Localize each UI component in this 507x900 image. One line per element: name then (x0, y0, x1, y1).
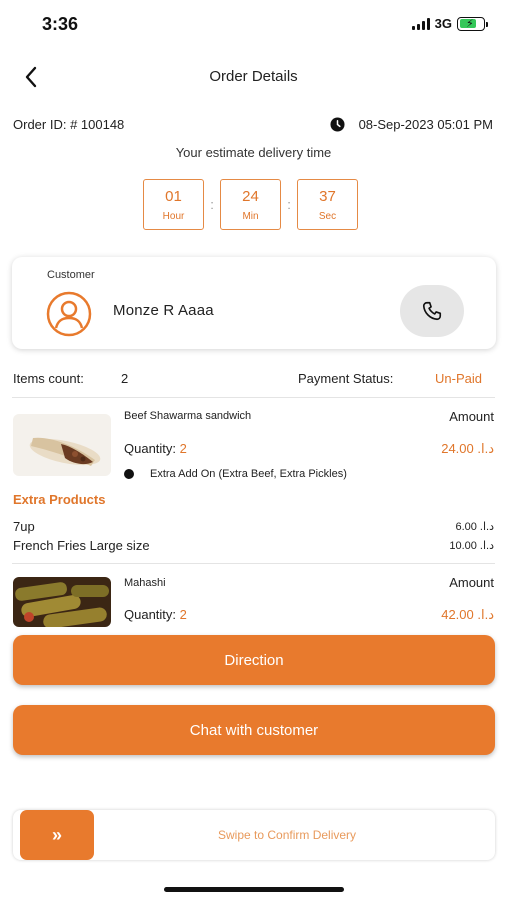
product-quantity: Quantity: 2 (124, 607, 187, 622)
timer-hours: 01 Hour (143, 179, 204, 230)
battery-icon: ⚡ (457, 16, 488, 31)
divider (12, 563, 495, 564)
status-indicators: 3G ⚡ (411, 16, 488, 31)
timer-minutes-unit: Min (242, 210, 259, 222)
direction-button[interactable]: Direction (13, 635, 495, 685)
extra-product-price: 10.00 .د.ا (449, 540, 494, 552)
extra-product-price: 6.00 .د.ا (455, 521, 494, 533)
product-addon: Extra Add On (Extra Beef, Extra Pickles) (124, 468, 347, 480)
user-avatar-icon (46, 291, 92, 337)
timer-hours-value: 01 (165, 187, 182, 205)
amount-label: Amount (449, 575, 494, 590)
chat-with-customer-button[interactable]: Chat with customer (13, 705, 495, 755)
page-title: Order Details (209, 68, 298, 85)
timer-seconds-value: 37 (319, 187, 336, 205)
order-datetime: 08-Sep-2023 05:01 PM (330, 117, 493, 132)
quantity-value: 2 (179, 441, 187, 456)
timer-seconds-unit: Sec (318, 210, 337, 222)
extra-product-name: French Fries Large size (13, 538, 150, 553)
product-name: Beef Shawarma sandwich (124, 410, 252, 422)
timer-minutes-value: 24 (242, 187, 259, 205)
timer-separator: : (210, 197, 214, 212)
product-quantity: Quantity: 2 (124, 441, 187, 456)
swipe-handle[interactable]: » (20, 810, 94, 860)
divider (12, 397, 495, 398)
header: Order Details (0, 60, 507, 94)
swipe-label: Swipe to Confirm Delivery (218, 828, 357, 842)
estimate-delivery-label: Your estimate delivery time (175, 145, 332, 160)
amount-label: Amount (449, 409, 494, 424)
call-customer-button[interactable] (400, 285, 464, 337)
product-image-mahashi (13, 577, 111, 627)
swipe-confirm-delivery[interactable]: » Swipe to Confirm Delivery (13, 810, 495, 860)
status-bar: 3:36 3G ⚡ (0, 0, 507, 50)
product-name: Mahashi (124, 577, 166, 589)
payment-status-value: Un-Paid (435, 371, 482, 386)
order-id: Order ID: # 100148 (13, 117, 125, 132)
product-image-shawarma (13, 414, 111, 476)
home-indicator (164, 887, 344, 892)
timer-hours-unit: Hour (162, 210, 185, 222)
double-chevron-right-icon: » (51, 824, 62, 845)
extra-products-title: Extra Products (13, 492, 106, 507)
network-type: 3G (434, 16, 452, 31)
timer-minutes: 24 Min (220, 179, 281, 230)
timer-seconds: 37 Sec (297, 179, 358, 230)
items-count-label: Items count: (13, 371, 84, 386)
customer-card: Customer Monze R Aaaa (12, 257, 496, 349)
product-price: 24.00 .د.ا (441, 441, 494, 456)
quantity-label: Quantity: (124, 607, 177, 622)
phone-icon (422, 301, 442, 321)
countdown-timer: 01 Hour : 24 Min : 37 Sec (143, 179, 358, 230)
customer-name: Monze R Aaaa (113, 302, 214, 319)
signal-icon (411, 17, 430, 30)
items-count-value: 2 (121, 371, 129, 386)
quantity-value: 2 (179, 607, 187, 622)
clock-icon (330, 117, 345, 132)
quantity-label: Quantity: (124, 441, 177, 456)
extra-product-name: 7up (13, 519, 35, 534)
customer-label: Customer (47, 269, 95, 281)
order-datetime-text: 08-Sep-2023 05:01 PM (358, 117, 493, 132)
status-time: 3:36 (42, 14, 79, 34)
bullet-icon (124, 469, 134, 479)
timer-separator: : (287, 197, 291, 212)
addon-text: Extra Add On (Extra Beef, Extra Pickles) (150, 468, 347, 480)
product-price: 42.00 .د.ا (441, 607, 494, 622)
payment-status-label: Payment Status: (298, 371, 394, 386)
